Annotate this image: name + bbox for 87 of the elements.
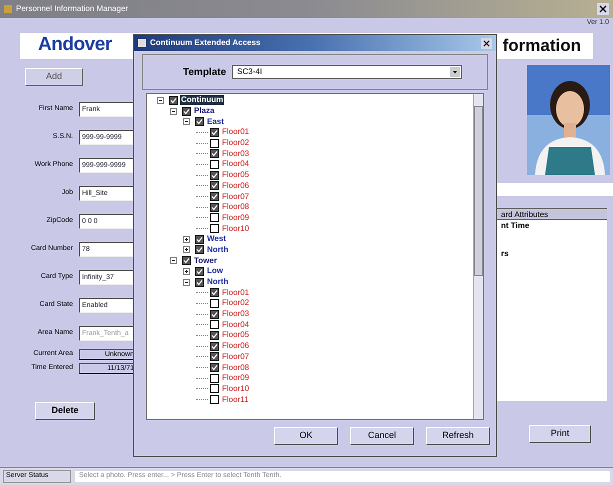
checkbox[interactable]: [195, 234, 204, 244]
list-item[interactable]: nt Time: [501, 220, 607, 232]
checkbox[interactable]: [210, 288, 219, 298]
tree-item[interactable]: Floor10: [221, 384, 250, 394]
tree-item[interactable]: Floor08: [221, 202, 250, 212]
app-icon: [4, 5, 12, 13]
tree-item[interactable]: Continuum: [180, 95, 224, 106]
tree-item[interactable]: Floor10: [221, 224, 250, 234]
checkbox[interactable]: [210, 224, 219, 234]
checkbox[interactable]: [210, 363, 219, 372]
checkbox[interactable]: [195, 245, 204, 254]
checkbox[interactable]: [210, 213, 219, 222]
tree-item[interactable]: Floor01: [221, 127, 250, 138]
checkbox[interactable]: [210, 342, 219, 351]
checkbox[interactable]: [195, 117, 204, 126]
collapse-icon[interactable]: [170, 108, 177, 115]
dialog-button[interactable]: Cancel: [350, 427, 414, 445]
checkbox[interactable]: [210, 384, 219, 394]
name-field[interactable]: [497, 182, 613, 196]
checkbox[interactable]: [182, 256, 191, 266]
template-dropdown[interactable]: SC3-4I: [232, 65, 462, 79]
tree-item[interactable]: Tower: [193, 256, 218, 266]
checkbox[interactable]: [210, 160, 219, 169]
tree-item[interactable]: Floor04: [221, 320, 250, 330]
checkbox[interactable]: [210, 149, 219, 158]
print-button[interactable]: Print: [529, 424, 591, 442]
checkbox[interactable]: [195, 278, 204, 287]
tree-item[interactable]: Floor08: [221, 362, 250, 373]
tree-item[interactable]: Floor07: [221, 352, 250, 362]
tree-item[interactable]: Floor06: [221, 180, 250, 191]
tree-item[interactable]: West: [206, 234, 227, 244]
tree-item[interactable]: Floor03: [221, 309, 250, 320]
add-button[interactable]: Add: [25, 68, 83, 86]
dialog-icon: [138, 39, 146, 47]
checkbox[interactable]: [210, 310, 219, 319]
checkbox[interactable]: [210, 352, 219, 362]
expand-icon[interactable]: [183, 246, 190, 254]
collapse-icon[interactable]: [170, 257, 177, 264]
delete-button[interactable]: Delete: [35, 402, 95, 420]
checkbox[interactable]: [210, 192, 219, 202]
tree-item[interactable]: East: [206, 116, 225, 127]
column-header: ard Attributes: [497, 208, 607, 220]
checkbox[interactable]: [210, 298, 219, 308]
tree-item[interactable]: Floor02: [221, 138, 250, 148]
checkbox[interactable]: [210, 395, 219, 404]
collapse-icon[interactable]: [183, 278, 190, 286]
checkbox[interactable]: [182, 106, 191, 116]
tree-item[interactable]: Floor11: [221, 394, 250, 405]
tree-item[interactable]: Floor02: [221, 298, 250, 308]
tree-item[interactable]: Floor05: [221, 170, 250, 180]
checkbox[interactable]: [210, 330, 219, 340]
close-button[interactable]: [597, 3, 609, 15]
scrollbar[interactable]: [473, 94, 483, 419]
list-item[interactable]: rs: [501, 248, 607, 260]
tree-item[interactable]: North: [206, 244, 230, 255]
expand-icon[interactable]: [183, 236, 190, 243]
tree-item[interactable]: Floor01: [221, 288, 250, 298]
tree-item[interactable]: Plaza: [193, 106, 216, 116]
checkbox[interactable]: [210, 128, 219, 137]
window-title: Personnel Information Manager: [16, 3, 128, 15]
close-button[interactable]: [481, 38, 492, 48]
collapse-icon[interactable]: [183, 118, 190, 126]
header-title: formation: [502, 34, 581, 57]
checkbox[interactable]: [210, 181, 219, 190]
collapse-icon[interactable]: [157, 96, 164, 104]
tree-item[interactable]: Floor07: [221, 192, 250, 202]
tree-item[interactable]: Floor04: [221, 159, 250, 170]
checkbox[interactable]: [210, 170, 219, 180]
dialog-button[interactable]: OK: [274, 427, 338, 445]
checkbox[interactable]: [169, 96, 178, 105]
dialog-button[interactable]: Refresh: [426, 427, 490, 445]
checkbox[interactable]: [210, 202, 219, 212]
tree-item[interactable]: Floor09: [221, 373, 250, 384]
checkbox[interactable]: [210, 138, 219, 148]
tree-item[interactable]: Floor06: [221, 341, 250, 352]
tree-item[interactable]: Low: [206, 266, 224, 276]
tree-item[interactable]: North: [206, 277, 230, 288]
template-label: Template: [183, 66, 226, 80]
checkbox[interactable]: [210, 374, 219, 383]
checkbox[interactable]: [210, 320, 219, 330]
dialog-title: Continuum Extended Access: [150, 37, 260, 49]
tree-item[interactable]: Floor03: [221, 148, 250, 159]
tree-item[interactable]: Floor09: [221, 212, 250, 223]
checkbox[interactable]: [195, 266, 204, 276]
tree-item[interactable]: Floor05: [221, 330, 250, 340]
brand-title: Andover: [38, 33, 112, 58]
expand-icon[interactable]: [183, 268, 190, 275]
